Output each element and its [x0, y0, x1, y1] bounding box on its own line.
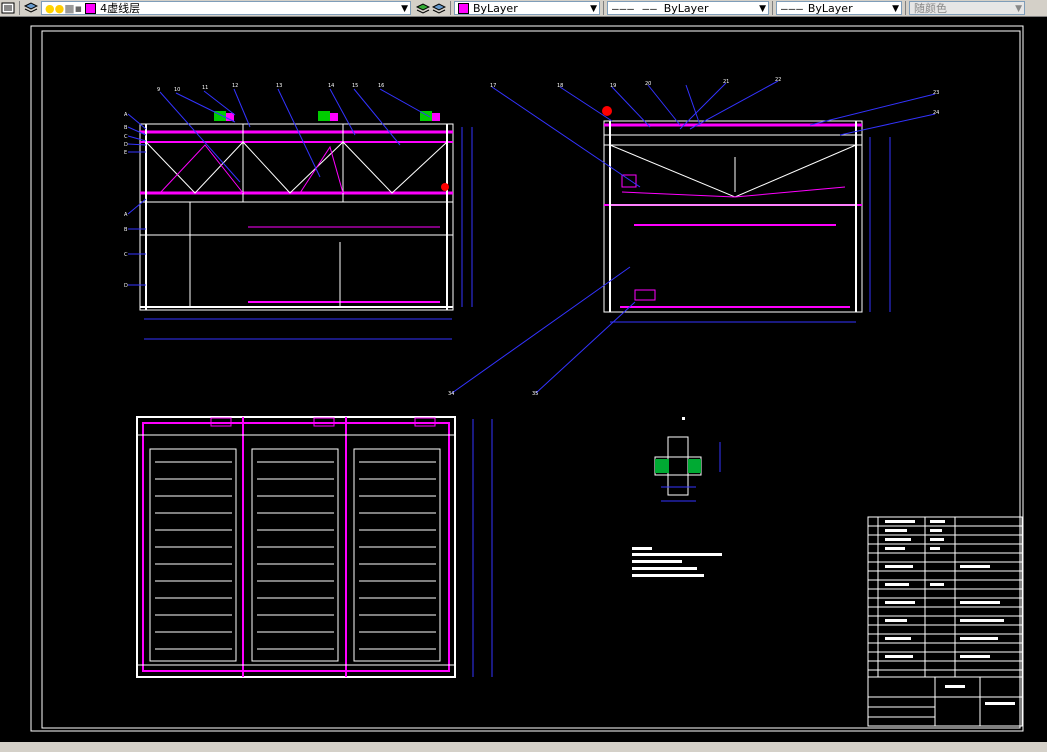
balloon-label: 11: [202, 85, 208, 91]
balloon-label: 21: [723, 79, 729, 85]
balloon-label: 10: [174, 87, 180, 93]
lock-icon[interactable]: ■: [64, 2, 74, 15]
side-view: [451, 80, 936, 394]
properties-toolbar: ● ● ■ ▪ 4虚线层 ▼ ByLayer ▼ ——— —— ByLayer …: [0, 0, 1047, 17]
balloon-label: C: [124, 252, 128, 258]
lineweight-preview: ———: [781, 1, 804, 15]
lightbulb-icon[interactable]: ●: [45, 2, 55, 15]
make-object-layer-current-icon[interactable]: [415, 1, 431, 15]
color-swatch: [458, 2, 469, 14]
cad-drawing: A B C D E A B C D 9 10 11 12 13 14 15 16: [30, 25, 1024, 732]
balloon-label: E: [124, 150, 127, 156]
layer-dropdown[interactable]: ● ● ■ ▪ 4虚线层 ▼: [41, 1, 411, 15]
balloon-label: 16: [378, 83, 384, 89]
toolbar-separator: [450, 1, 451, 15]
layer-name: 4虚线层: [100, 2, 141, 15]
detail-view: [654, 417, 721, 502]
balloon-label: 15: [352, 83, 358, 89]
chevron-down-icon[interactable]: ▼: [401, 2, 408, 16]
balloon-label: 34: [448, 391, 454, 397]
inner-border: [41, 30, 1021, 729]
color-label: ByLayer: [473, 1, 518, 15]
linetype-control-dropdown[interactable]: ——— —— ByLayer ▼: [607, 1, 769, 15]
motor-2: [318, 111, 330, 121]
balloons-right: 17 18 19 20 21 22 23 24: [490, 77, 939, 116]
drawing-canvas[interactable]: A B C D E A B C D 9 10 11 12 13 14 15 16: [0, 17, 1047, 742]
chevron-down-icon[interactable]: ▼: [590, 2, 597, 16]
balloons-bottom: 34 35: [448, 391, 538, 397]
toolbar-separator: [603, 1, 604, 15]
balloon-label: 9: [157, 87, 160, 93]
layer-previous-icon[interactable]: [431, 1, 447, 15]
balloon-label: 35: [532, 391, 538, 397]
plotstyle-control-dropdown[interactable]: 随颜色 ▼: [909, 1, 1025, 15]
balloon-label: 24: [933, 110, 939, 116]
balloon-label: 17: [490, 83, 496, 89]
sun-freeze-icon[interactable]: ●: [55, 2, 65, 15]
balloon-label: D: [124, 283, 128, 289]
toolbar-separator: [905, 1, 906, 15]
side-view-marker: [602, 106, 612, 116]
status-bar: [0, 742, 1047, 752]
balloons-top: 9 10 11 12 13 14 15 16: [157, 83, 384, 93]
linetype-preview: ——— ——: [612, 1, 658, 15]
balloon-label: A: [124, 212, 128, 218]
balloon-label: 19: [610, 83, 616, 89]
balloon-label: 14: [328, 83, 334, 89]
balloon-label: 20: [645, 81, 651, 87]
layer-states-icon[interactable]: [0, 1, 16, 15]
technical-notes: [632, 547, 722, 577]
balloon-label: 18: [557, 83, 563, 89]
plan-slats: [155, 461, 436, 650]
chevron-down-icon[interactable]: ▼: [1015, 2, 1022, 16]
balloon-label: 13: [276, 83, 282, 89]
linetype-label: ByLayer: [663, 1, 709, 15]
balloon-label: B: [124, 227, 128, 233]
toolbar-separator: [19, 1, 20, 15]
front-view: [127, 88, 473, 340]
plotstyle-label: 随颜色: [914, 2, 947, 15]
color-control-dropdown[interactable]: ByLayer ▼: [454, 1, 600, 15]
lineweight-control-dropdown[interactable]: ——— ByLayer ▼: [776, 1, 902, 15]
balloon-label: C: [124, 134, 128, 140]
balloon-label: D: [124, 142, 128, 148]
balloon-label: 22: [775, 77, 781, 83]
balloon-label: 12: [232, 83, 238, 89]
balloons-left: A B C D E A B C D: [124, 112, 128, 289]
plot-icon[interactable]: ▪: [75, 2, 82, 15]
balloon-label: 23: [933, 90, 939, 96]
layer-color-swatch: [85, 2, 97, 14]
layer-manager-icon[interactable]: [23, 1, 39, 15]
toolbar-separator: [772, 1, 773, 15]
chevron-down-icon[interactable]: ▼: [892, 2, 899, 16]
chevron-down-icon[interactable]: ▼: [759, 2, 766, 16]
balloon-label: A: [124, 112, 128, 118]
balloon-label: B: [124, 125, 128, 131]
lineweight-label: ByLayer: [807, 1, 853, 15]
